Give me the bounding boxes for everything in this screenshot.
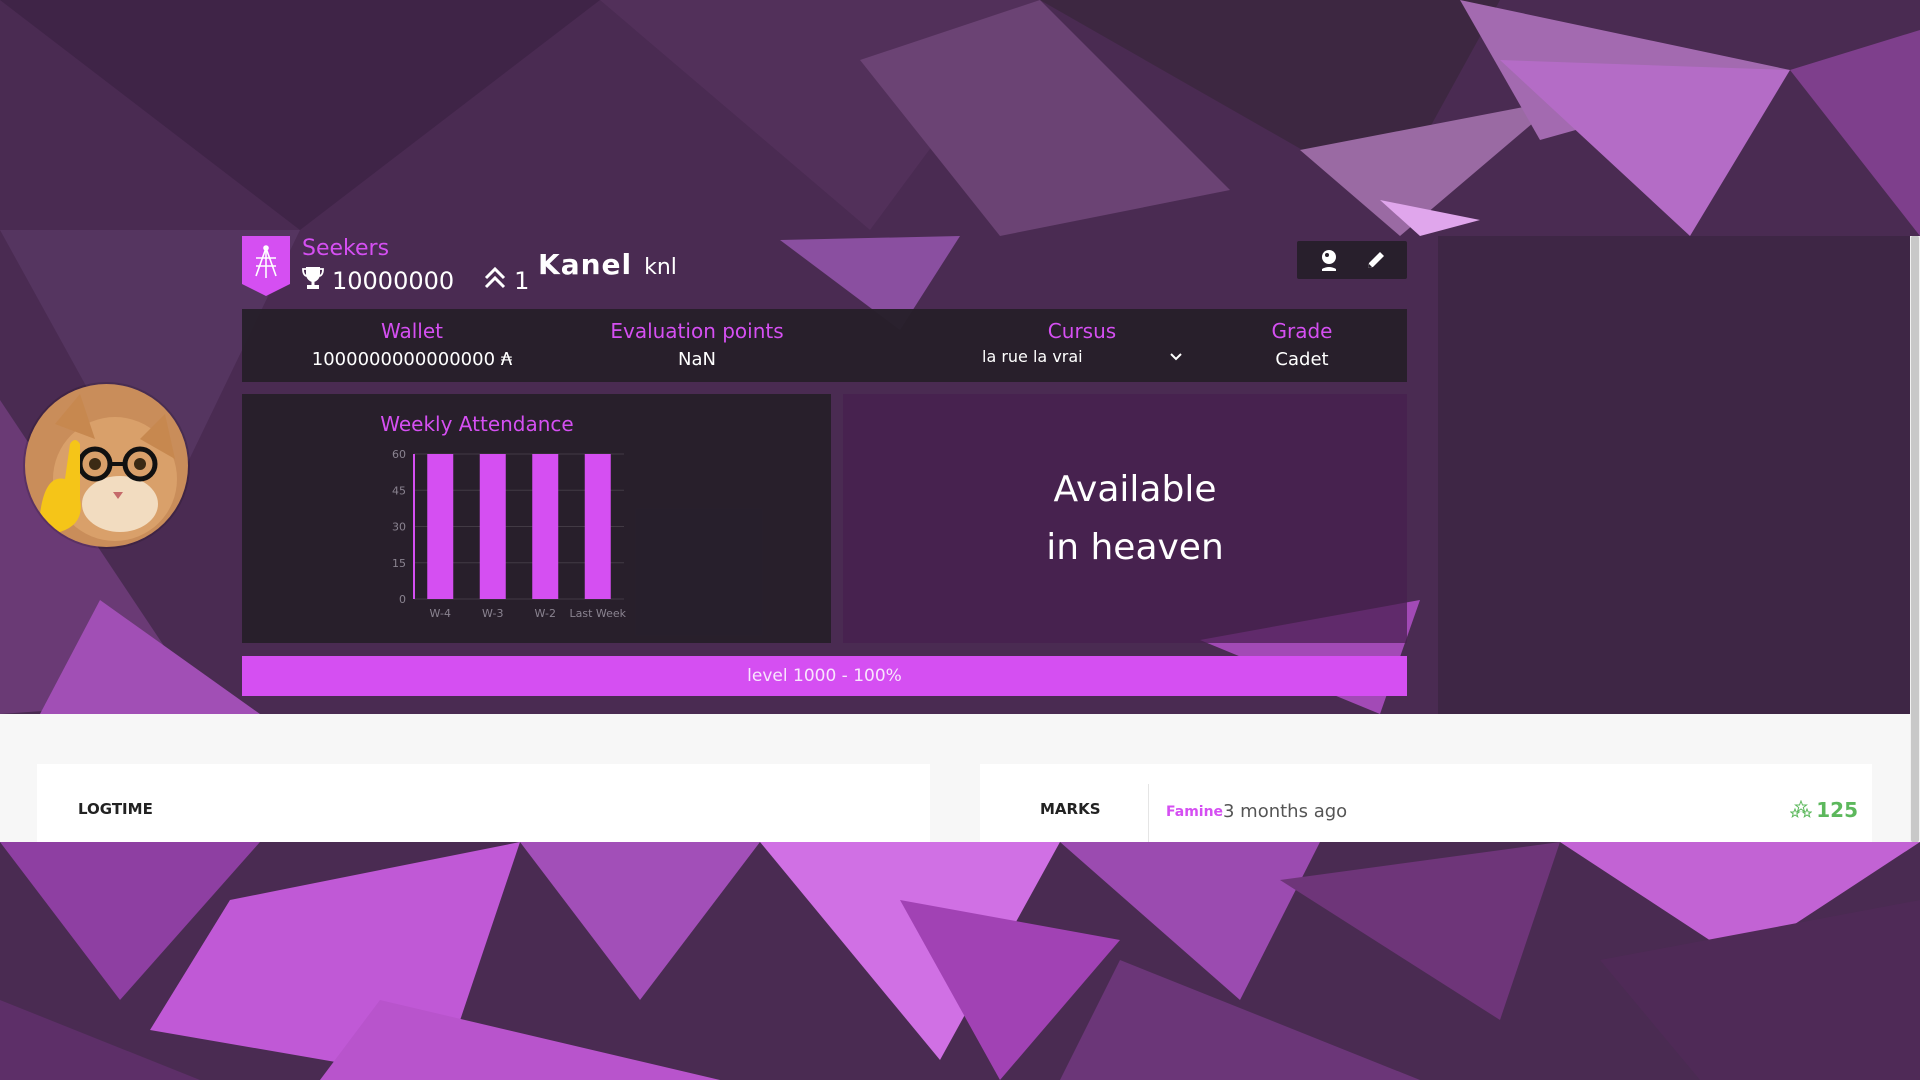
edit-profile-button[interactable] bbox=[1361, 245, 1391, 275]
x-tick-label: W-2 bbox=[535, 607, 556, 620]
attendance-title: Weekly Attendance bbox=[380, 412, 574, 436]
cursus-label: Cursus bbox=[1047, 319, 1117, 343]
attendance-bar bbox=[584, 454, 611, 599]
heaven-panel: Available in heaven bbox=[843, 394, 1407, 643]
profile-actions bbox=[1297, 241, 1407, 279]
logtime-card: LOGTIME bbox=[37, 764, 930, 842]
cursus-stat: Cursus la rue la vrai bbox=[962, 309, 1202, 382]
x-tick-label: Last Week bbox=[569, 607, 626, 620]
evaluation-points-label: Evaluation points bbox=[610, 319, 784, 343]
cursus-value: la rue la vrai bbox=[982, 347, 1083, 366]
attendance-bar bbox=[532, 454, 559, 599]
grade-value: Cadet bbox=[1275, 349, 1329, 370]
mark-score-value: 125 bbox=[1816, 798, 1858, 822]
y-tick-label: 0 bbox=[399, 593, 406, 606]
right-column-panel bbox=[1438, 236, 1910, 714]
trophy-icon bbox=[302, 266, 324, 296]
mark-date: 3 months ago bbox=[1223, 801, 1348, 822]
attendance-panel: Weekly Attendance 0 15 30 45 60 W-4 W-3 W-2 Last… bbox=[242, 394, 831, 643]
grade-label: Grade bbox=[1271, 319, 1333, 343]
avatar[interactable] bbox=[23, 382, 190, 549]
location-button[interactable] bbox=[1314, 245, 1344, 275]
level-progress-bar: level 1000 - 100% bbox=[242, 656, 1407, 696]
cursus-select[interactable]: la rue la vrai bbox=[982, 347, 1182, 366]
coalition-score-row: 10000000 1 bbox=[302, 266, 529, 296]
chevron-down-icon bbox=[1170, 352, 1182, 360]
marks-card: MARKS Famine 3 months ago 125 bbox=[980, 764, 1872, 842]
wallet-label: Wallet bbox=[380, 319, 443, 343]
pencil-icon bbox=[1367, 252, 1384, 268]
y-tick-label: 60 bbox=[392, 448, 406, 461]
grade-stat: Grade Cadet bbox=[1242, 309, 1362, 382]
stats-bar: Wallet 1000000000000000 ₳ Evaluation poi… bbox=[242, 309, 1407, 382]
attendance-bar bbox=[427, 454, 454, 599]
mark-score: 125 bbox=[1790, 798, 1858, 822]
attendance-chart: 0 15 30 45 60 W-4 W-3 W-2 Last Week bbox=[392, 448, 627, 620]
x-tick-label: W-4 bbox=[430, 607, 451, 620]
wallet-stat: Wallet 1000000000000000 ₳ bbox=[282, 309, 542, 382]
wallet-value: 1000000000000000 ₳ bbox=[311, 349, 513, 370]
x-tick-label: W-3 bbox=[482, 607, 503, 620]
location-icon bbox=[1321, 250, 1336, 271]
attendance-bar bbox=[479, 454, 506, 599]
outstanding-stars-icon bbox=[1790, 800, 1813, 818]
rank-icon bbox=[484, 266, 506, 296]
y-tick-label: 45 bbox=[392, 484, 406, 497]
y-tick-label: 15 bbox=[392, 557, 406, 570]
marks-divider bbox=[1148, 784, 1149, 842]
user-identity: Kanel knl bbox=[538, 248, 677, 281]
login-name: knl bbox=[644, 255, 677, 280]
rank-value: 1 bbox=[514, 267, 530, 295]
heaven-message: Available in heaven bbox=[1046, 468, 1224, 568]
coalition-badge-icon[interactable] bbox=[242, 236, 290, 296]
evaluation-points-stat: Evaluation points NaN bbox=[552, 309, 842, 382]
y-tick-label: 30 bbox=[392, 521, 406, 534]
logtime-title: LOGTIME bbox=[78, 800, 153, 818]
display-name: Kanel bbox=[538, 248, 633, 281]
trophy-score: 10000000 bbox=[332, 267, 455, 295]
coalition-name[interactable]: Seekers bbox=[302, 236, 389, 261]
marks-title: MARKS bbox=[1040, 800, 1101, 818]
evaluation-points-value: NaN bbox=[678, 349, 716, 370]
mark-project-link[interactable]: Famine bbox=[1166, 804, 1223, 820]
scrollbar-thumb[interactable] bbox=[1911, 236, 1919, 842]
level-text: level 1000 - 100% bbox=[747, 666, 902, 686]
